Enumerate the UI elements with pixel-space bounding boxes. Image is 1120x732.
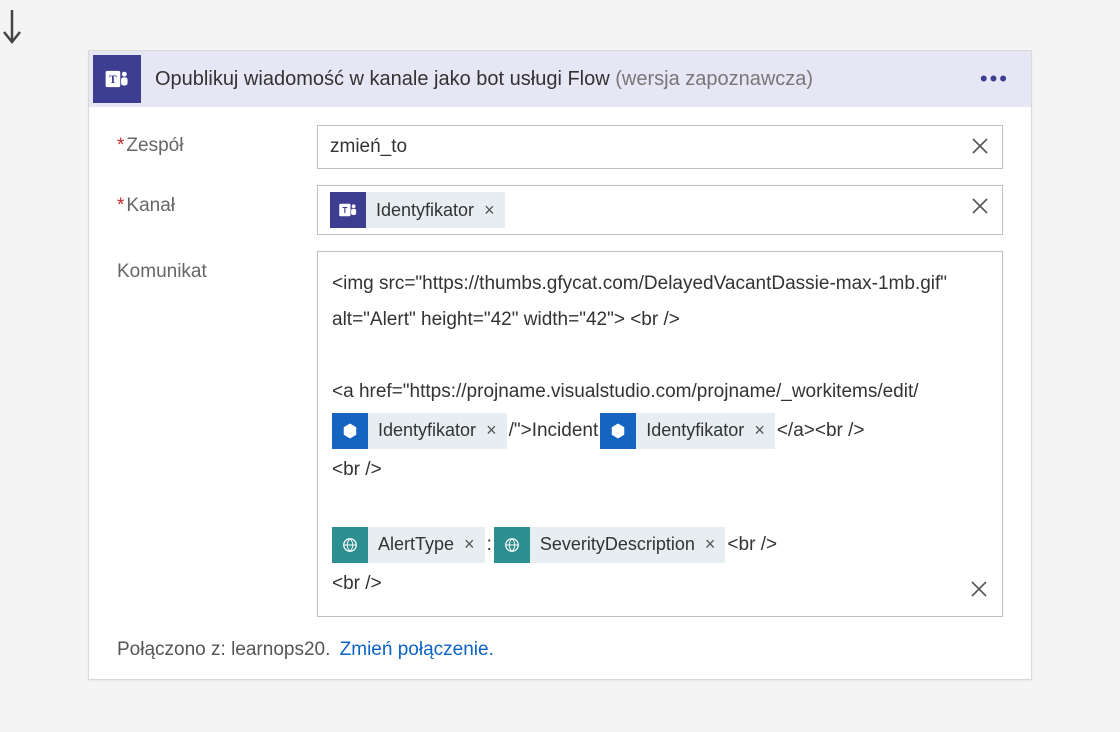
channel-field: T Identyfikator × [317,185,1003,235]
id-token-label: Identyfikator [636,413,754,449]
id-token[interactable]: Identyfikator × [332,413,507,449]
teams-token-icon: T [330,192,366,228]
devops-token-icon [600,413,636,449]
channel-clear-button[interactable] [969,195,993,219]
message-content: <img src="https://thumbs.gfycat.com/Dela… [332,266,958,602]
team-input[interactable]: zmień_to [317,125,1003,169]
alerttype-token-remove[interactable]: × [464,527,485,563]
msg-line-tokens: AlertType × : SeverityDescription × [332,524,958,566]
globe-token-icon [494,527,530,563]
channel-token-remove[interactable]: × [484,192,505,228]
msg-blank [332,488,958,524]
svg-text:T: T [109,74,117,86]
channel-label: *Kanał [117,185,317,217]
channel-token[interactable]: T Identyfikator × [330,192,505,228]
connection-row: Połączono z: learnops20. Zmień połączeni… [117,633,1003,661]
card-title-text: Opublikuj wiadomość w kanale jako bot us… [155,68,610,90]
message-input[interactable]: <img src="https://thumbs.gfycat.com/Dela… [317,251,1003,617]
card-subtitle: (wersja zapoznawcza) [615,68,813,90]
msg-line-tokens: Identyfikator × /">Incident Identyfikato… [332,410,958,452]
card-body: *Zespół zmień_to *Kanał [89,107,1031,679]
globe-token-icon [332,527,368,563]
action-card: T Opublikuj wiadomość w kanale jako bot … [88,50,1032,680]
message-label: Komunikat [117,251,317,283]
id-token-label: Identyfikator [368,413,486,449]
msg-text: <img src="https://thumbs.gfycat.com/Dela… [332,266,958,338]
id-token-remove[interactable]: × [486,413,507,449]
required-marker: * [117,135,124,156]
id-token-remove[interactable]: × [754,413,775,449]
alerttype-token-label: AlertType [368,527,464,563]
channel-row: *Kanał T Identyfikator [117,185,1003,235]
flow-arrow [0,10,1120,50]
team-row: *Zespół zmień_to [117,125,1003,169]
msg-text: : [487,524,492,566]
team-clear-button[interactable] [969,135,993,159]
connection-text: Połączono z: learnops20. [117,639,330,660]
msg-text: <br /> [332,566,958,602]
severity-token-remove[interactable]: × [705,527,726,563]
card-menu-button[interactable]: ••• [974,62,1015,96]
change-connection-link[interactable]: Zmień połączenie. [340,639,494,660]
msg-text: <a href="https://projname.visualstudio.c… [332,374,958,410]
severity-token[interactable]: SeverityDescription × [494,527,726,563]
team-label: *Zespół [117,125,317,157]
message-clear-button[interactable] [968,578,992,602]
card-header[interactable]: T Opublikuj wiadomość w kanale jako bot … [89,51,1031,107]
msg-text: <br /> [332,452,958,488]
teams-icon: T [93,55,141,103]
message-field: <img src="https://thumbs.gfycat.com/Dela… [317,251,1003,617]
msg-blank [332,338,958,374]
msg-text: /">Incident [509,410,599,452]
channel-label-text: Kanał [126,195,175,216]
msg-text: <br /> [727,524,777,566]
channel-token-label: Identyfikator [366,192,484,228]
svg-text:T: T [342,206,347,215]
channel-input[interactable]: T Identyfikator × [317,185,1003,235]
id-token[interactable]: Identyfikator × [600,413,775,449]
msg-text: </a><br /> [777,410,865,452]
alerttype-token[interactable]: AlertType × [332,527,485,563]
team-value: zmień_to [330,136,407,158]
severity-token-label: SeverityDescription [530,527,705,563]
team-field: zmień_to [317,125,1003,169]
card-title: Opublikuj wiadomość w kanale jako bot us… [141,68,974,91]
team-label-text: Zespół [126,135,183,156]
required-marker: * [117,195,124,216]
devops-token-icon [332,413,368,449]
message-row: Komunikat <img src="https://thumbs.gfyca… [117,251,1003,617]
